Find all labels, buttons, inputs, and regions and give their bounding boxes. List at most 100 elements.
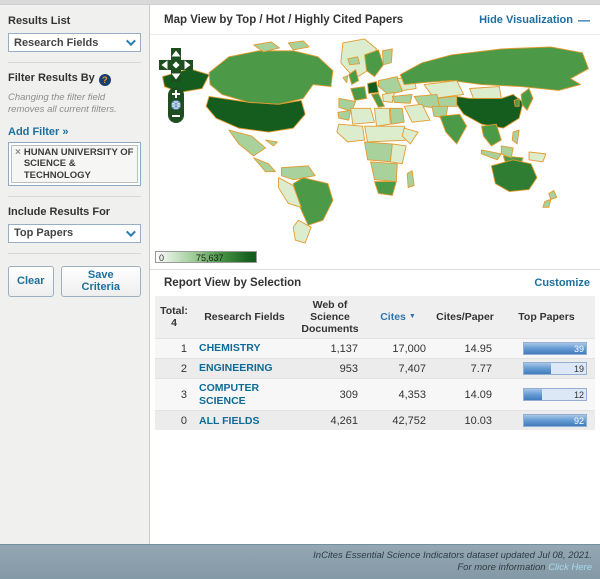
include-results-section: Include Results For Top Papers: [8, 206, 141, 254]
main-panel: Map View by Top / Hot / Highly Cited Pap…: [150, 5, 600, 544]
legend-min-value: 0: [159, 253, 164, 263]
docs-value: 4,261: [296, 411, 364, 431]
cites-value: 42,752: [364, 411, 432, 431]
cites-value: 4,353: [364, 379, 432, 411]
filter-tag[interactable]: × HUNAN UNIVERSITY OF SCIENCE & TECHNOLO…: [11, 145, 138, 183]
field-link-computer-science[interactable]: COMPUTER SCIENCE: [199, 382, 281, 407]
collapse-icon[interactable]: —: [578, 13, 590, 27]
help-icon[interactable]: ?: [99, 74, 111, 86]
map-view-header: Map View by Top / Hot / Highly Cited Pap…: [150, 5, 600, 35]
cites-per-paper-value: 14.09: [432, 379, 498, 411]
page-footer: InCites Essential Science Indicators dat…: [0, 544, 600, 579]
results-list-label: Results List: [8, 15, 141, 27]
docs-value: 1,137: [296, 339, 364, 359]
total-header: Total: 4: [155, 296, 193, 339]
report-view-header: Report View by Selection Customize: [150, 270, 600, 296]
table-header-row: Total: 4 Research Fields Web of Science …: [155, 296, 595, 339]
col-cites[interactable]: Cites ▼: [364, 296, 432, 339]
results-list-value: Research Fields: [14, 37, 98, 49]
results-list-section: Results List Research Fields: [8, 15, 141, 63]
table-row: 2 ENGINEERING 953 7,407 7.77 19: [155, 359, 595, 379]
top-papers-value: 19: [574, 363, 584, 375]
report-view-title: Report View by Selection: [164, 277, 301, 289]
col-wos-documents[interactable]: Web of Science Documents: [296, 296, 364, 339]
row-rank: 2: [155, 359, 193, 379]
bar-fill: [524, 389, 542, 400]
remove-filter-icon[interactable]: ×: [15, 147, 21, 181]
customize-link[interactable]: Customize: [534, 277, 590, 289]
table-row: 3 COMPUTER SCIENCE 309 4,353 14.09 12: [155, 379, 595, 411]
cites-per-paper-value: 14.95: [432, 339, 498, 359]
row-rank: 0: [155, 411, 193, 431]
filter-by-text: Filter Results By: [8, 72, 95, 84]
top-papers-bar[interactable]: 92: [523, 414, 587, 427]
country-australia[interactable]: [491, 160, 537, 192]
total-label: Total:: [159, 305, 189, 317]
add-filter-link[interactable]: Add Filter »: [8, 126, 69, 138]
chevron-down-icon: [126, 227, 136, 237]
footer-dataset-info: InCites Essential Science Indicators dat…: [0, 550, 592, 562]
sort-desc-icon: ▼: [409, 313, 416, 320]
top-papers-value: 12: [574, 389, 584, 401]
filter-note: Changing the filter field removes all cu…: [8, 92, 141, 116]
cites-value: 17,000: [364, 339, 432, 359]
total-count: 4: [159, 317, 189, 329]
filter-list-box[interactable]: × HUNAN UNIVERSITY OF SCIENCE & TECHNOLO…: [8, 142, 141, 186]
save-criteria-button[interactable]: Save Criteria: [61, 266, 141, 297]
sidebar: Results List Research Fields Filter Resu…: [0, 5, 150, 544]
docs-value: 309: [296, 379, 364, 411]
click-here-link[interactable]: Click Here: [548, 562, 592, 573]
clear-button[interactable]: Clear: [8, 266, 54, 297]
pan-control[interactable]: [159, 48, 193, 82]
map-legend: 0 75,637: [150, 247, 600, 269]
top-papers-value: 39: [574, 343, 584, 355]
cites-value: 7,407: [364, 359, 432, 379]
filter-by-label: Filter Results By?: [8, 72, 141, 86]
bar-fill: [524, 363, 551, 374]
footer-more-info-text: For more information: [457, 562, 548, 573]
field-link-all-fields[interactable]: ALL FIELDS: [199, 415, 259, 428]
sidebar-buttons: Clear Save Criteria: [8, 263, 141, 297]
cites-sort-link[interactable]: Cites: [380, 311, 406, 323]
hide-visualization-link[interactable]: Hide Visualization: [479, 14, 573, 26]
country-india[interactable]: [440, 114, 467, 144]
table-row: 1 CHEMISTRY 1,137 17,000 14.95 39: [155, 339, 595, 359]
results-list-select[interactable]: Research Fields: [8, 33, 141, 52]
cites-per-paper-value: 7.77: [432, 359, 498, 379]
map-countries[interactable]: [163, 39, 589, 243]
row-rank: 1: [155, 339, 193, 359]
country-japan[interactable]: [521, 89, 533, 111]
country-china[interactable]: [457, 94, 523, 128]
chevron-down-icon: [126, 36, 136, 46]
map-controls: [158, 47, 196, 130]
cites-per-paper-value: 10.03: [432, 411, 498, 431]
top-papers-bar[interactable]: 19: [523, 362, 587, 375]
field-link-engineering[interactable]: ENGINEERING: [199, 362, 273, 375]
include-results-label: Include Results For: [8, 206, 141, 218]
top-papers-bar[interactable]: 12: [523, 388, 587, 401]
row-rank: 3: [155, 379, 193, 411]
include-results-value: Top Papers: [14, 227, 73, 239]
country-germany[interactable]: [368, 82, 379, 94]
country-canada[interactable]: [209, 51, 333, 104]
col-cites-per-paper[interactable]: Cites/Paper: [432, 296, 498, 339]
esi-page: Results List Research Fields Filter Resu…: [0, 0, 600, 579]
top-papers-value: 92: [574, 415, 584, 427]
legend-max-value: 75,637: [196, 253, 224, 263]
map-area: [150, 35, 600, 247]
col-top-papers[interactable]: Top Papers: [498, 296, 595, 339]
filter-section: Filter Results By? Changing the filter f…: [8, 72, 141, 197]
filter-tag-label: HUNAN UNIVERSITY OF SCIENCE & TECHNOLOGY: [24, 147, 134, 181]
field-link-chemistry[interactable]: CHEMISTRY: [199, 342, 260, 355]
top-papers-bar[interactable]: 39: [523, 342, 587, 355]
zoom-control[interactable]: [168, 87, 184, 123]
include-results-select[interactable]: Top Papers: [8, 224, 141, 243]
world-choropleth-map[interactable]: [154, 37, 596, 245]
legend-gradient-bar: 0 75,637: [155, 251, 257, 263]
docs-value: 953: [296, 359, 364, 379]
footer-more-info: For more information Click Here: [0, 562, 592, 574]
table-row: 0 ALL FIELDS 4,261 42,752 10.03 92: [155, 411, 595, 431]
col-research-fields[interactable]: Research Fields: [193, 296, 296, 339]
map-view-title: Map View by Top / Hot / Highly Cited Pap…: [164, 14, 403, 26]
report-table: Total: 4 Research Fields Web of Science …: [155, 296, 595, 430]
